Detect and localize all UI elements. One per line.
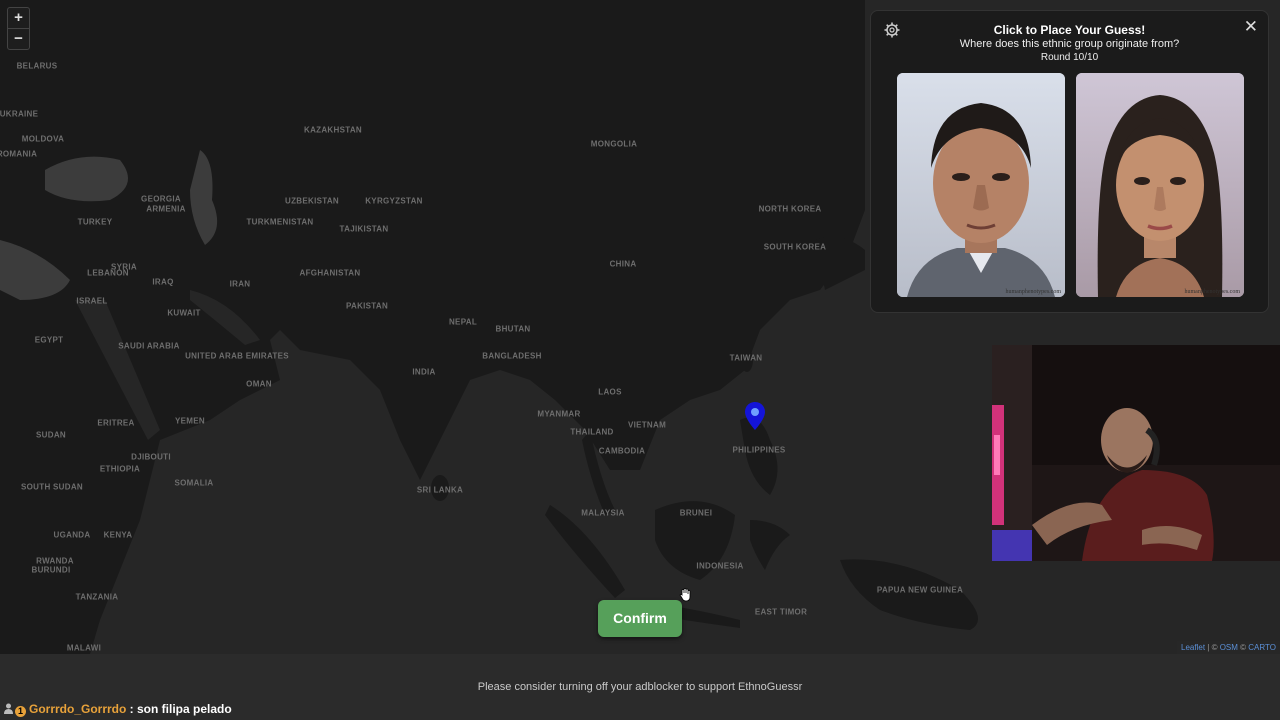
subscriber-badge: 1: [15, 706, 26, 717]
map-label-nepal: NEPAL: [448, 317, 478, 327]
chat-message: 1 Gorrrdo_Gorrrdo : son filipa pelado: [4, 702, 232, 717]
map-label-oman: OMAN: [246, 379, 272, 389]
guess-marker-pin-icon[interactable]: [744, 401, 766, 436]
map-label-brunei: BRUNEI: [679, 508, 713, 518]
female-face-image: humanphenotypes.com: [1076, 73, 1244, 297]
panel-title: Click to Place Your Guess!: [993, 23, 1146, 37]
map-label-moldova: MOLDOVA: [21, 134, 65, 144]
map-label-east-timor: EAST TIMOR: [754, 607, 808, 617]
map-label-sri-lanka: SRI LANKA: [416, 485, 464, 495]
map-label-india: INDIA: [412, 367, 436, 377]
map-label-mongolia: MONGOLIA: [590, 139, 638, 149]
streamer-webcam-image: [992, 345, 1280, 561]
map-label-kuwait: KUWAIT: [167, 308, 201, 318]
viewer-icon: [4, 703, 13, 717]
map-label-tajikistan: TAJIKISTAN: [339, 224, 389, 234]
map-label-israel: ISRAEL: [76, 296, 108, 306]
map-label-bangladesh: BANGLADESH: [482, 351, 542, 361]
map-label-kazakhstan: KAZAKHSTAN: [304, 125, 362, 135]
map-label-malaysia: MALAYSIA: [581, 508, 625, 518]
map-label-united-arab-emirates: UNITED ARAB EMIRATES: [185, 351, 289, 361]
chat-text: : son filipa pelado: [126, 702, 232, 716]
leaflet-link[interactable]: Leaflet: [1181, 643, 1205, 652]
map-label-cambodia: CAMBODIA: [598, 446, 646, 456]
map-label-saudi-arabia: SAUDI ARABIA: [118, 341, 180, 351]
adblock-notice: Please consider turning off your adblock…: [477, 681, 803, 693]
map-label-ukraine: UKRAINE: [0, 109, 39, 119]
map-label-afghanistan: AFGHANISTAN: [299, 268, 361, 278]
zoom-out-button[interactable]: −: [8, 28, 29, 49]
map-label-taiwan: TAIWAN: [729, 353, 763, 363]
map-label-sudan: SUDAN: [36, 430, 66, 440]
map-label-thailand: THAILAND: [570, 427, 614, 437]
map-label-south-korea: SOUTH KOREA: [763, 242, 827, 252]
osm-link[interactable]: OSM: [1220, 643, 1238, 652]
map-label-china: CHINA: [609, 259, 637, 269]
map-label-iran: IRAN: [229, 279, 251, 289]
confirm-button[interactable]: Confirm: [598, 600, 682, 637]
male-face-image: humanphenotypes.com: [897, 73, 1065, 297]
map-label-bhutan: BHUTAN: [495, 324, 531, 334]
map-label-ethiopia: ETHIOPIA: [99, 464, 141, 474]
map-label-south-sudan: SOUTH SUDAN: [21, 482, 83, 492]
map-label-egypt: EGYPT: [34, 335, 64, 345]
map-label-eritrea: ERITREA: [97, 418, 135, 428]
map-label-belarus: BELARUS: [16, 61, 58, 71]
map-label-lebanon: LEBANON: [87, 268, 129, 278]
map-label-djibouti: DJIBOUTI: [131, 452, 171, 462]
panel-subtitle: Where does this ethnic group originate f…: [959, 38, 1180, 50]
zoom-control: + −: [7, 7, 30, 50]
map-label-tanzania: TANZANIA: [75, 592, 119, 602]
map-label-pakistan: PAKISTAN: [345, 301, 389, 311]
map-label-kyrgyzstan: KYRGYZSTAN: [365, 196, 423, 206]
map-label-uganda: UGANDA: [53, 530, 91, 540]
map-label-rwanda: RWANDA: [36, 556, 74, 566]
guess-panel: ✕ Click to Place Your Guess! Where does …: [870, 10, 1269, 313]
chat-username[interactable]: Gorrrdo_Gorrrdo: [29, 702, 126, 716]
map-label-turkey: TURKEY: [77, 217, 113, 227]
map-label-myanmar: MYANMAR: [537, 409, 581, 419]
map-label-kenya: KENYA: [103, 530, 133, 540]
map-label-iraq: IRAQ: [152, 277, 174, 287]
carto-link[interactable]: CARTO: [1248, 643, 1276, 652]
map-label-philippines: PHILIPPINES: [732, 445, 786, 455]
map-label-north-korea: NORTH KOREA: [758, 204, 822, 214]
map-label-indonesia: INDONESIA: [696, 561, 744, 571]
map-label-papua-new-guinea: PAPUA NEW GUINEA: [876, 585, 964, 595]
map-label-romania: ROMANIA: [0, 149, 38, 159]
map-label-burundi: BURUNDI: [31, 565, 71, 575]
map-label-vietnam: VIETNAM: [627, 420, 667, 430]
map-attribution: Leaflet | © OSM © CARTO: [1177, 641, 1280, 654]
watermark: humanphenotypes.com: [1005, 289, 1062, 295]
map-label-somalia: SOMALIA: [174, 478, 214, 488]
zoom-in-button[interactable]: +: [8, 8, 29, 28]
map-label-turkmenistan: TURKMENISTAN: [246, 217, 314, 227]
round-counter: Round 10/10: [1040, 52, 1099, 63]
map-label-laos: LAOS: [598, 387, 622, 397]
map-label-malawi: MALAWI: [66, 643, 102, 653]
map-label-yemen: YEMEN: [175, 416, 205, 426]
map-label-georgia: GEORGIA: [141, 194, 181, 204]
map-label-armenia: ARMENIA: [146, 204, 186, 214]
watermark: humanphenotypes.com: [1184, 289, 1241, 295]
map-label-uzbekistan: UZBEKISTAN: [285, 196, 339, 206]
